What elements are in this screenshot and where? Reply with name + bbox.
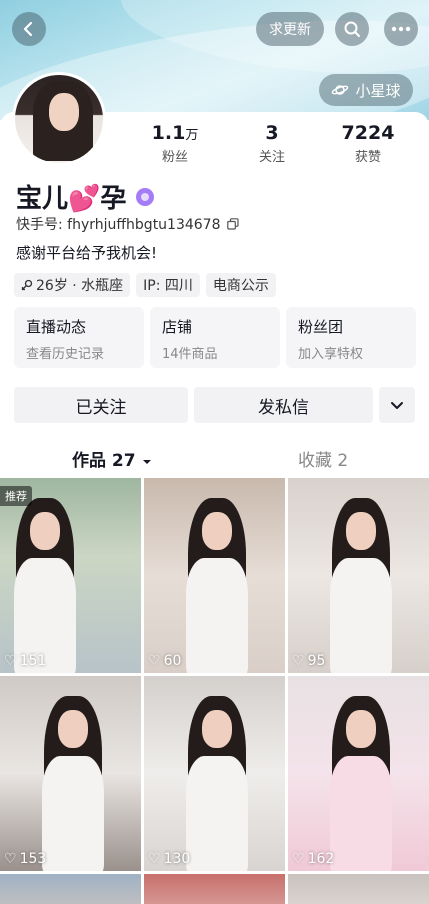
more-dots-icon bbox=[391, 26, 411, 32]
followed-label: 已关注 bbox=[75, 397, 127, 418]
like-count: ♡ 151 bbox=[4, 653, 47, 669]
planet-label: 小星球 bbox=[355, 81, 401, 100]
action-buttons: 已关注 发私信 bbox=[14, 387, 415, 423]
grid-item[interactable] bbox=[144, 874, 285, 904]
heart-icon: ♡ bbox=[148, 653, 161, 669]
chevron-down-icon bbox=[391, 402, 403, 409]
grid-item[interactable]: ♡ 162 bbox=[288, 676, 429, 871]
thumbnail-person bbox=[326, 498, 396, 673]
stat-fans[interactable]: 1.1万 粉丝 bbox=[135, 122, 215, 165]
card-live-title: 直播动态 bbox=[26, 318, 87, 336]
card-live-sub: 查看历史记录 bbox=[26, 347, 105, 362]
request-update-button[interactable]: 求更新 bbox=[256, 12, 324, 46]
tab-favorites-label: 收藏 2 bbox=[298, 451, 349, 471]
grid-item[interactable]: ♡ 95 bbox=[288, 478, 429, 673]
grid-item[interactable]: ♡ 130 bbox=[144, 676, 285, 871]
message-button[interactable]: 发私信 bbox=[194, 387, 373, 423]
followed-button[interactable]: 已关注 bbox=[14, 387, 188, 423]
heart-icon: ♡ bbox=[292, 653, 305, 669]
like-count: ♡ 130 bbox=[148, 851, 191, 867]
copy-icon[interactable] bbox=[226, 218, 239, 230]
thumbnail-person bbox=[182, 498, 252, 673]
profile-bio: 感谢平台给予我机会! bbox=[16, 244, 158, 262]
card-shop[interactable]: 店铺 14件商品 bbox=[150, 307, 280, 368]
grid-item[interactable] bbox=[0, 874, 141, 904]
request-update-label: 求更新 bbox=[269, 22, 311, 38]
thumbnail-person bbox=[10, 498, 80, 673]
heart-icon: ♡ bbox=[4, 653, 17, 669]
tag-ecommerce-label: 电商公示 bbox=[212, 278, 269, 294]
stat-likes-num: 7224 bbox=[341, 122, 395, 144]
card-live[interactable]: 直播动态 查看历史记录 bbox=[14, 307, 144, 368]
heart-icon: ♡ bbox=[4, 851, 17, 867]
like-count: ♡ 162 bbox=[292, 851, 335, 867]
expand-button[interactable] bbox=[379, 387, 415, 423]
chevron-left-icon bbox=[23, 21, 33, 37]
profile-name-row: 宝儿💕孕 bbox=[16, 178, 155, 215]
caret-down-icon bbox=[142, 460, 151, 464]
tag-ecommerce[interactable]: 电商公示 bbox=[205, 273, 276, 297]
like-count: ♡ 95 bbox=[292, 653, 326, 669]
planet-icon bbox=[332, 85, 349, 95]
more-button[interactable] bbox=[384, 12, 418, 46]
stat-likes[interactable]: 7224 获赞 bbox=[328, 122, 408, 165]
kuaishou-id: 快手号: fhyrhjuffhbgtu134678 bbox=[16, 217, 221, 233]
stat-following-label: 关注 bbox=[258, 150, 285, 165]
content-tabs: 作品 27 收藏 2 bbox=[0, 440, 429, 476]
stat-fans-label: 粉丝 bbox=[161, 150, 188, 165]
card-fan-group-title: 粉丝团 bbox=[298, 318, 344, 336]
thumbnail-person bbox=[182, 696, 252, 871]
message-label: 发私信 bbox=[258, 397, 309, 418]
pinned-badge: 推荐 bbox=[0, 486, 32, 506]
grid-item[interactable] bbox=[288, 874, 429, 904]
thumbnail-person bbox=[326, 696, 396, 871]
tag-ip: IP: 四川 bbox=[136, 273, 200, 297]
like-count: ♡ 60 bbox=[148, 653, 182, 669]
tab-works-label: 作品 27 bbox=[72, 451, 136, 471]
gender-icon bbox=[21, 279, 33, 291]
kuaishou-id-row[interactable]: 快手号: fhyrhjuffhbgtu134678 bbox=[16, 214, 239, 234]
stat-following[interactable]: 3 关注 bbox=[232, 122, 312, 165]
profile-name: 宝儿💕孕 bbox=[16, 184, 127, 214]
tag-age-label: 26岁 · 水瓶座 bbox=[36, 278, 124, 294]
grid-item[interactable]: ♡ 60 bbox=[144, 478, 285, 673]
grid-item[interactable]: 推荐 ♡ 151 bbox=[0, 478, 141, 673]
tag-ip-label: IP: 四川 bbox=[143, 278, 193, 294]
card-fan-group-sub: 加入享特权 bbox=[298, 347, 364, 362]
thumbnail bbox=[144, 874, 285, 904]
tag-age[interactable]: 26岁 · 水瓶座 bbox=[14, 273, 131, 297]
stat-fans-num: 1.1 bbox=[151, 122, 186, 144]
search-icon bbox=[344, 21, 360, 37]
avatar-face bbox=[49, 93, 79, 131]
stat-fans-unit: 万 bbox=[185, 128, 199, 143]
grid-item[interactable]: ♡ 153 bbox=[0, 676, 141, 871]
avatar[interactable] bbox=[12, 72, 106, 166]
thumbnail bbox=[0, 874, 141, 904]
like-count: ♡ 153 bbox=[4, 851, 47, 867]
thumbnail bbox=[288, 874, 429, 904]
tab-favorites[interactable]: 收藏 2 bbox=[298, 446, 348, 471]
tab-works[interactable]: 作品 27 bbox=[72, 446, 152, 471]
card-shop-title: 店铺 bbox=[162, 318, 193, 336]
thumbnail-person bbox=[38, 696, 108, 871]
back-button[interactable] bbox=[12, 12, 46, 46]
search-button[interactable] bbox=[335, 12, 369, 46]
feature-cards: 直播动态 查看历史记录 店铺 14件商品 粉丝团 加入享特权 bbox=[14, 307, 416, 368]
planet-button[interactable]: 小星球 bbox=[319, 74, 413, 106]
heart-icon: ♡ bbox=[148, 851, 161, 867]
card-shop-sub: 14件商品 bbox=[162, 347, 218, 362]
profile-tags: 26岁 · 水瓶座 IP: 四川 电商公示 bbox=[14, 273, 276, 297]
card-fan-group[interactable]: 粉丝团 加入享特权 bbox=[286, 307, 416, 368]
stat-likes-label: 获赞 bbox=[354, 150, 381, 165]
verified-badge-icon[interactable] bbox=[136, 187, 155, 206]
heart-icon: ♡ bbox=[292, 851, 305, 867]
stat-following-num: 3 bbox=[265, 122, 279, 144]
